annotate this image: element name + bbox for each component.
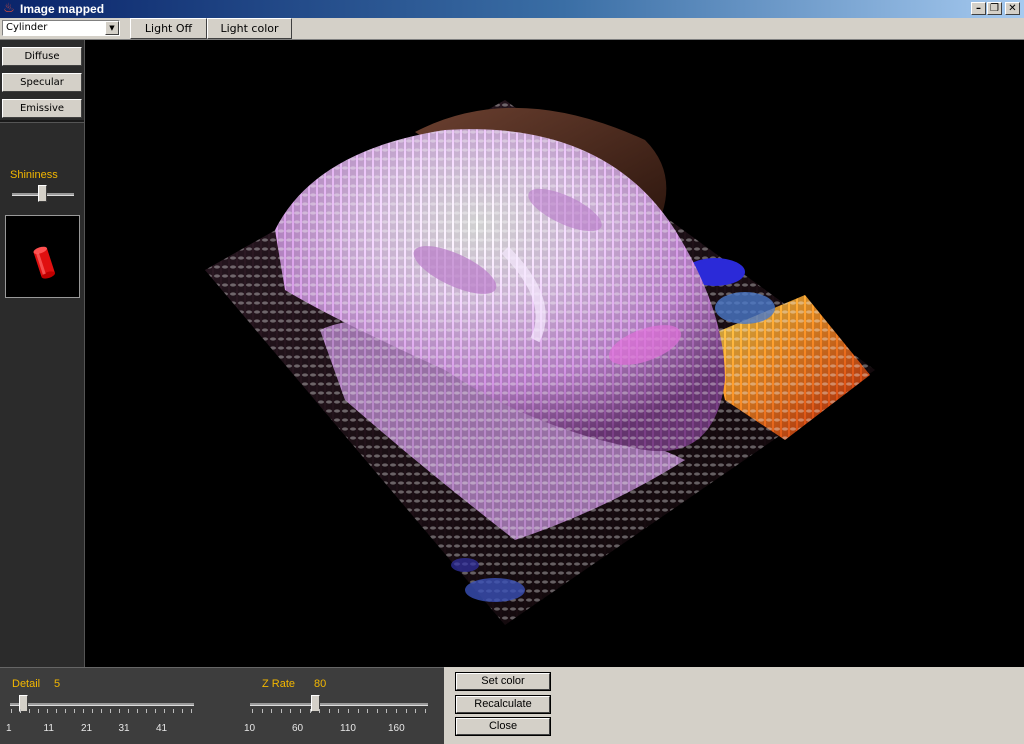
detail-tick-mark <box>11 709 12 713</box>
zrate-tick-mark <box>415 709 417 713</box>
detail-tick-mark <box>83 709 84 713</box>
detail-tick-mark <box>164 709 165 713</box>
red-cylinder-icon <box>33 246 55 279</box>
action-panel: Set color Recalculate Close <box>444 667 1024 744</box>
zrate-tick-label: 160 <box>388 723 405 734</box>
zrate-tick-mark <box>271 709 273 713</box>
zrate-tick-label: 10 <box>244 723 256 734</box>
emissive-button[interactable]: Emissive <box>2 99 82 118</box>
zrate-tick-mark <box>367 709 369 713</box>
detail-tick-mark <box>182 709 183 713</box>
title-bar[interactable]: ♨ Image mapped – ❐ ✕ <box>0 0 1024 18</box>
zrate-tick-mark <box>328 709 330 713</box>
close-window-button[interactable]: ✕ <box>1005 2 1020 15</box>
detail-tick-mark <box>146 709 147 713</box>
close-button[interactable]: Close <box>455 717 551 736</box>
detail-tick-mark <box>92 709 93 713</box>
detail-tick-mark <box>29 709 30 713</box>
detail-tick-mark <box>173 709 174 713</box>
zrate-tick-mark <box>300 709 301 713</box>
detail-slider-track[interactable] <box>10 703 194 706</box>
zrate-tick-mark <box>348 709 349 713</box>
detail-tick-label: 41 <box>156 723 168 734</box>
zrate-tick-mark <box>252 709 253 713</box>
detail-label: Detail <box>12 678 41 690</box>
specular-button[interactable]: Specular <box>2 73 82 92</box>
detail-tick-mark <box>128 709 129 713</box>
zrate-tick-mark <box>376 709 378 713</box>
detail-tick-mark <box>110 709 111 713</box>
zrate-tick-mark <box>386 709 388 713</box>
zrate-tick-mark <box>309 709 311 713</box>
zrate-tick-mark <box>261 709 263 713</box>
restore-button[interactable]: ❐ <box>987 2 1002 15</box>
material-panel: Diffuse Specular Emissive Shininess <box>0 40 85 667</box>
recalculate-button[interactable]: Recalculate <box>455 695 551 714</box>
rendered-face-heightmap <box>205 100 875 625</box>
detail-tick-mark <box>101 709 102 713</box>
zrate-tick-mark <box>405 709 407 713</box>
light-color-button[interactable]: Light color <box>207 18 292 39</box>
chevron-down-icon[interactable]: ▼ <box>105 21 119 35</box>
detail-tick-label: 31 <box>118 723 130 734</box>
detail-tick-label: 21 <box>81 723 93 734</box>
detail-tick-mark <box>20 709 21 713</box>
detail-tick-mark <box>137 709 138 713</box>
bottom-controls: Detail 5 Z Rate 80 1 11 21 31 41 10 60 110 160 <box>0 667 444 744</box>
detail-tick-mark <box>74 709 75 713</box>
detail-tick-mark <box>191 709 192 713</box>
zrate-tick-label: 110 <box>340 723 356 734</box>
detail-tick-label: 11 <box>43 723 54 734</box>
zrate-tick-mark <box>357 709 359 713</box>
zrate-tick-label: 60 <box>292 723 304 734</box>
material-preview <box>5 215 80 298</box>
detail-tick-mark <box>38 709 39 713</box>
panel-divider <box>0 120 84 123</box>
minimize-button[interactable]: – <box>971 2 986 15</box>
detail-tick-label: 1 <box>6 723 12 734</box>
zrate-value: 80 <box>314 678 327 690</box>
zrate-tick-mark <box>396 709 397 713</box>
shininess-label: Shininess <box>10 169 58 181</box>
detail-tick-mark <box>155 709 156 713</box>
shape-select[interactable]: Cylinder ▼ <box>2 20 120 36</box>
diffuse-button[interactable]: Diffuse <box>2 47 82 66</box>
set-color-button[interactable]: Set color <box>455 672 551 691</box>
render-viewport[interactable] <box>85 40 1024 667</box>
detail-tick-mark <box>119 709 120 713</box>
zrate-tick-mark <box>338 709 340 713</box>
java-cup-icon: ♨ <box>3 1 15 16</box>
zrate-tick-mark <box>424 709 426 713</box>
zrate-slider-track[interactable] <box>250 703 428 706</box>
detail-tick-mark <box>47 709 48 713</box>
toolbar: Cylinder ▼ Light Off Light color <box>0 18 1024 40</box>
shape-select-value: Cylinder <box>6 22 48 33</box>
light-off-button[interactable]: Light Off <box>130 18 207 39</box>
zrate-tick-mark <box>290 709 292 713</box>
detail-tick-mark <box>56 709 57 713</box>
shininess-slider-thumb[interactable] <box>38 185 47 202</box>
zrate-tick-mark <box>319 709 321 713</box>
detail-tick-mark <box>65 709 66 713</box>
zrate-label: Z Rate <box>262 678 296 690</box>
detail-value: 5 <box>54 678 61 690</box>
window-title: Image mapped <box>20 2 105 16</box>
zrate-tick-mark <box>280 709 282 713</box>
